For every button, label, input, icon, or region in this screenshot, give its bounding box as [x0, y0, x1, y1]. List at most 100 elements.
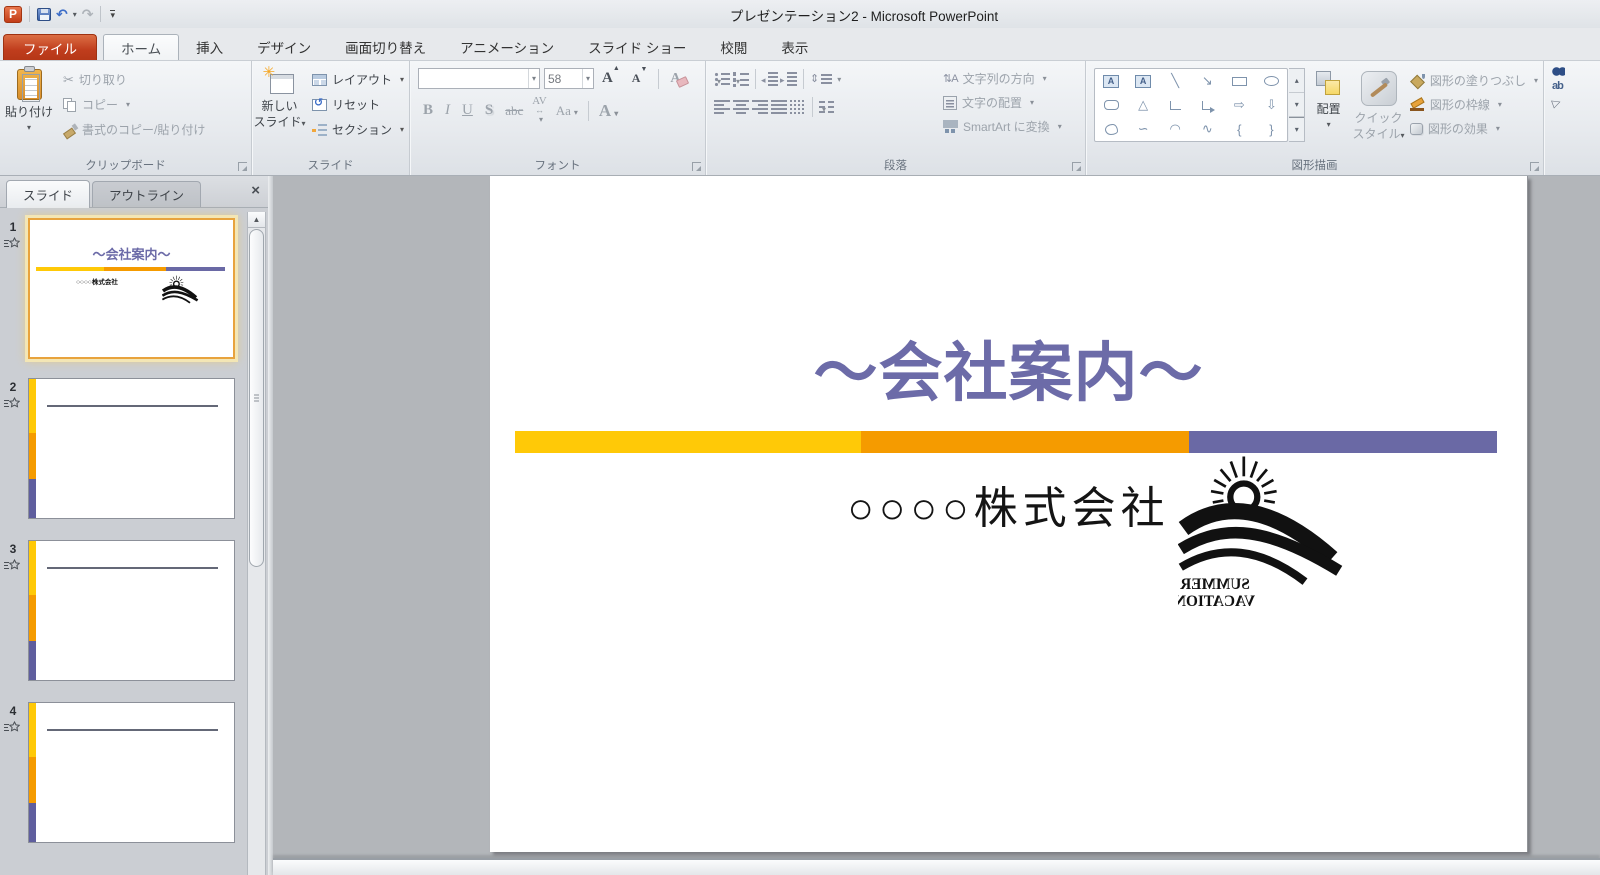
tab-home[interactable]: ホーム	[103, 34, 179, 61]
sun-wave-logo[interactable]: SUMMER VACATION	[1178, 452, 1360, 614]
slide-thumbnail-4[interactable]: 4	[0, 702, 244, 843]
shape-arrow-icon[interactable]: ↘	[1191, 69, 1223, 93]
justify-button[interactable]	[771, 99, 787, 115]
decrease-indent-button[interactable]	[762, 71, 778, 87]
tab-file[interactable]: ファイル	[3, 34, 97, 60]
font-name-combobox[interactable]: ▾	[418, 68, 540, 89]
slide-3-preview[interactable]	[28, 540, 235, 681]
grow-font-button[interactable]: A▲	[598, 70, 624, 87]
drawing-dialog-launcher[interactable]	[1530, 162, 1539, 171]
convert-smartart-button[interactable]: SmartArt に変換	[938, 116, 1067, 137]
shape-fill-button[interactable]: 図形の塗りつぶし	[1405, 70, 1543, 91]
slide-1-preview[interactable]: ～会社案内～ ○○○○株式会社	[28, 218, 235, 359]
slide-thumbnail-3[interactable]: 3	[0, 540, 244, 681]
shape-arc-icon[interactable]: ◠	[1159, 117, 1191, 141]
slide-thumbnail-2[interactable]: 2	[0, 378, 244, 519]
notes-pane-splitter[interactable]	[273, 858, 1600, 875]
select-button[interactable]: ▷	[1544, 92, 1600, 109]
undo-dropdown-icon[interactable]: ▾	[73, 10, 77, 19]
shape-textbox-icon[interactable]: A	[1095, 69, 1127, 93]
align-left-button[interactable]	[714, 99, 730, 115]
shape-freeform-icon[interactable]	[1095, 117, 1127, 141]
shape-triangle-icon[interactable]: △	[1127, 93, 1159, 117]
scrollbar-thumb[interactable]	[249, 229, 264, 567]
bold-button[interactable]: B	[418, 102, 438, 119]
shape-line-icon[interactable]: ╲	[1159, 69, 1191, 93]
accent-bar[interactable]	[515, 431, 1497, 453]
shape-elbow-arrow-icon[interactable]	[1191, 93, 1223, 117]
slide-4-preview[interactable]	[28, 702, 235, 843]
shape-left-brace-icon[interactable]: {	[1223, 117, 1255, 141]
tab-design[interactable]: デザイン	[240, 33, 328, 60]
tab-view[interactable]: 表示	[764, 33, 825, 60]
character-spacing-button[interactable]: AV↔	[530, 97, 548, 124]
reset-button[interactable]: リセット	[307, 94, 409, 115]
underline-button[interactable]: U	[457, 102, 478, 119]
shape-scribble-icon[interactable]: ∽	[1127, 117, 1159, 141]
panel-close-button[interactable]: ×	[251, 184, 260, 198]
undo-button[interactable]: ↶	[56, 7, 68, 21]
shape-rectangle-icon[interactable]	[1223, 69, 1255, 93]
powerpoint-app-icon[interactable]: P	[4, 6, 22, 23]
strikethrough-button[interactable]: abc	[500, 103, 528, 119]
cut-button[interactable]: ✂ 切り取り	[58, 69, 210, 90]
format-painter-button[interactable]: 書式のコピー/貼り付け	[58, 119, 210, 140]
gallery-down-button[interactable]: ▾	[1289, 93, 1304, 117]
panel-tab-outline[interactable]: アウトライン	[92, 181, 201, 207]
shape-elbow-connector-icon[interactable]	[1159, 93, 1191, 117]
slide-title-text[interactable]: ～会社案内～	[490, 322, 1527, 414]
shape-outline-button[interactable]: 図形の枠線	[1405, 94, 1543, 115]
line-spacing-button[interactable]: ⇕	[810, 71, 841, 87]
clear-formatting-button[interactable]: A	[666, 71, 684, 87]
font-color-button[interactable]: A	[594, 101, 623, 121]
save-button[interactable]	[37, 8, 51, 21]
shape-vertical-textbox-icon[interactable]: A	[1127, 69, 1159, 93]
align-center-button[interactable]	[733, 99, 749, 115]
layout-button[interactable]: レイアウト	[307, 69, 409, 90]
change-case-button[interactable]: Aa	[551, 103, 583, 119]
font-size-combobox[interactable]: 58▾	[544, 68, 594, 89]
tab-animations[interactable]: アニメーション	[443, 33, 571, 60]
align-text-button[interactable]: 文字の配置	[938, 92, 1067, 113]
shape-right-brace-icon[interactable]: }	[1255, 117, 1287, 141]
slide-2-preview[interactable]	[28, 378, 235, 519]
shape-curve-icon[interactable]: ∿	[1191, 117, 1223, 141]
tab-transitions[interactable]: 画面切り替え	[328, 33, 443, 60]
text-direction-button[interactable]: ⇅A 文字列の方向	[938, 68, 1067, 89]
shrink-font-button[interactable]: A▼	[628, 71, 652, 86]
replace-button[interactable]: ab	[1544, 76, 1600, 92]
paragraph-dialog-launcher[interactable]	[1072, 162, 1081, 171]
text-shadow-button[interactable]: S	[480, 102, 498, 119]
panel-scrollbar[interactable]: ▲	[247, 212, 266, 875]
redo-button[interactable]: ↷	[82, 7, 94, 21]
clipboard-dialog-launcher[interactable]	[238, 162, 247, 171]
slide-thumbnail-1[interactable]: 1 ～会社案内～ ○○○○株式会社	[0, 218, 244, 368]
paste-dropdown-icon[interactable]: ▾	[27, 123, 31, 132]
italic-button[interactable]: I	[440, 102, 455, 119]
shape-right-arrow-icon[interactable]: ⇨	[1223, 93, 1255, 117]
panel-tab-slides[interactable]: スライド	[6, 180, 90, 208]
customize-qat-button[interactable]: ▾	[110, 10, 115, 19]
find-button[interactable]	[1544, 61, 1600, 76]
columns-button[interactable]	[819, 99, 835, 115]
gallery-up-button[interactable]: ▴	[1289, 69, 1304, 93]
slide-canvas[interactable]: ～会社案内～ ○○○○株式会社	[490, 176, 1528, 852]
tab-slideshow[interactable]: スライド ショー	[571, 33, 703, 60]
align-right-button[interactable]	[752, 99, 768, 115]
bullets-button[interactable]	[714, 71, 730, 87]
shape-effects-button[interactable]: 図形の効果	[1405, 118, 1543, 139]
copy-button[interactable]: コピー	[58, 94, 210, 115]
gallery-more-button[interactable]: ▾	[1289, 117, 1304, 141]
font-dialog-launcher[interactable]	[692, 162, 701, 171]
tab-insert[interactable]: 挿入	[179, 33, 240, 60]
shape-down-arrow-icon[interactable]: ⇩	[1255, 93, 1287, 117]
distribute-button[interactable]	[790, 99, 806, 115]
numbering-button[interactable]	[733, 71, 749, 87]
tab-review[interactable]: 校閲	[703, 33, 764, 60]
shape-oval-icon[interactable]	[1255, 69, 1287, 93]
shape-gallery[interactable]: A A ╲ ↘ △ ⇨ ⇩ ∽ ◠ ∿ { }	[1094, 68, 1288, 142]
scrollbar-up-button[interactable]: ▲	[248, 212, 265, 228]
company-name-text[interactable]: ○○○○株式会社	[490, 472, 1527, 536]
section-button[interactable]: セクション	[307, 119, 409, 140]
shape-rounded-rectangle-icon[interactable]	[1095, 93, 1127, 117]
